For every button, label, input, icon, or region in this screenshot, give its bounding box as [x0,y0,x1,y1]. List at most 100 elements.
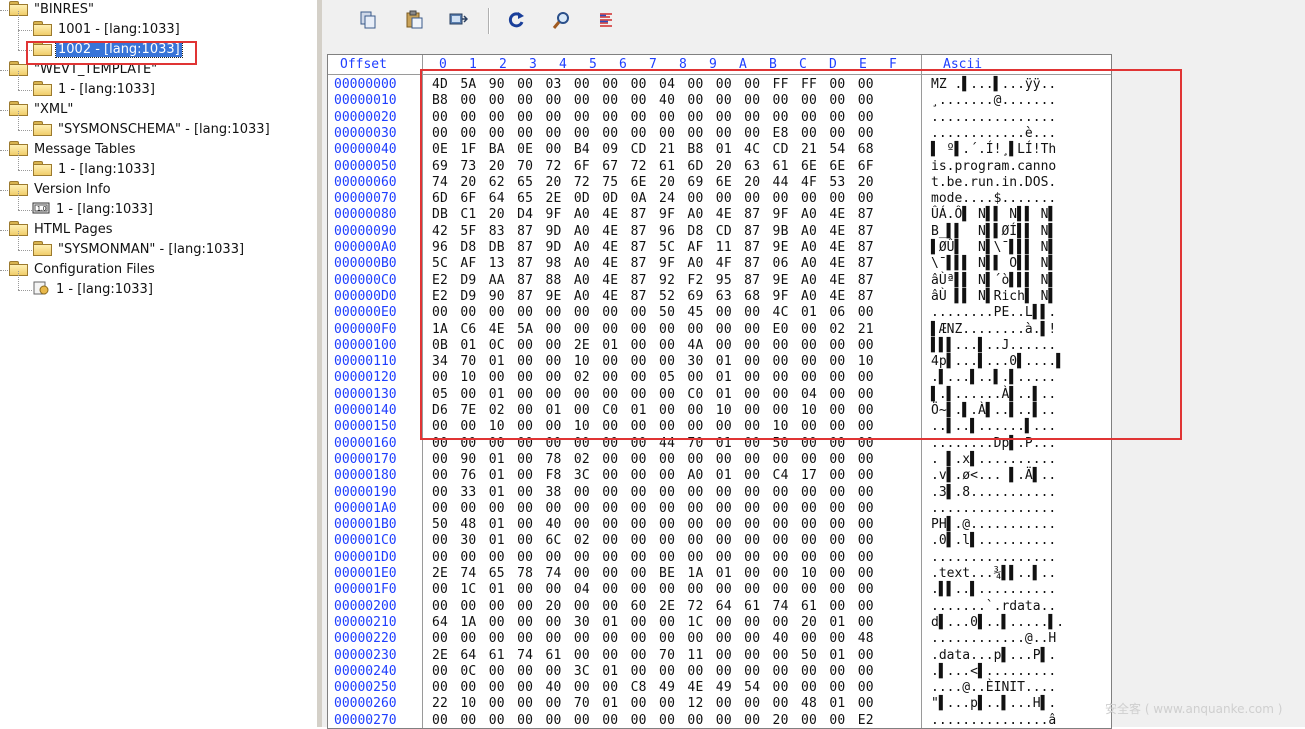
row-ascii[interactable]: .▌...<▌......... [931,664,1056,680]
row-bytes[interactable]: 00 00 00 00 00 00 00 00 00 00 00 00 00 0… [432,501,874,517]
tree-node-label: 1 - [lang:1033] [58,82,155,97]
tree-node-group[interactable]: Configuration Files [8,261,157,279]
row-offset: 00000210 [334,614,397,630]
row-bytes[interactable]: 2E 64 61 74 61 00 00 00 70 11 00 00 00 5… [432,648,874,664]
row-offset: 00000020 [334,109,397,125]
row-bytes[interactable]: 00 33 01 00 38 00 00 00 00 00 00 00 00 0… [432,485,874,501]
row-ascii[interactable]: d▌...0▌..▌.....▌. [931,615,1064,631]
row-bytes[interactable]: 2E 74 65 78 74 00 00 00 BE 1A 01 00 00 1… [432,566,874,582]
tree-node-resource[interactable]: "SYSMONSCHEMA" - [lang:1033] [32,121,272,139]
tree-node-group[interactable]: "BINRES" [8,1,96,19]
row-bytes[interactable]: 00 00 00 00 00 00 00 00 00 00 00 00 20 0… [432,713,874,728]
row-bytes[interactable]: 00 76 01 00 F8 3C 00 00 00 A0 01 00 C4 1… [432,468,874,484]
tree-node-resource[interactable]: "SYSMONMAN" - [lang:1033] [32,241,246,259]
tree-node-resource[interactable]: 1 - [lang:1033] [32,81,157,99]
resource-tree[interactable]: "BINRES" 1001 - [lang:1033] 1002 - [lang:1… [0,0,316,727]
paste-icon[interactable] [400,6,428,34]
row-ascii[interactable]: ....@..ÈINIT.... [931,680,1056,696]
row-ascii[interactable]: ................ [931,550,1056,566]
watermark: 安全客 ( www.anquanke.com ) [1105,702,1283,716]
row-bytes[interactable]: 00 90 01 00 78 02 00 00 00 00 00 00 00 0… [432,452,874,468]
row-offset: 00000230 [334,647,397,663]
row-offset: 00000070 [334,191,397,207]
copy-icon[interactable] [354,6,382,34]
text-view-icon[interactable] [592,6,620,34]
row-offset: 00000170 [334,451,397,467]
row-ascii[interactable]: .v▌.ø<... ▌.Ä▌.. [931,468,1056,484]
row-ascii[interactable]: PH▌.@........... [931,517,1056,533]
row-offset: 000000D0 [334,288,397,304]
folder-icon [32,121,52,136]
row-ascii[interactable]: ............@..H [931,631,1056,647]
row-offset: 00000050 [334,158,397,174]
tree-node-resource[interactable]: 1.0 1 - [lang:1033] [32,201,155,219]
row-bytes[interactable]: 00 00 00 00 00 00 00 00 00 00 00 00 00 0… [432,550,874,566]
row-bytes[interactable]: 22 10 00 00 00 70 01 00 00 12 00 00 00 4… [432,696,874,712]
tree-node-label: 1 - [lang:1033] [58,162,155,177]
row-offset: 00000130 [334,386,397,402]
row-ascii[interactable]: ...............â [931,713,1056,728]
row-offset: 00000240 [334,663,397,679]
tree-node-resource[interactable]: 1 - [lang:1033] [32,161,157,179]
row-ascii[interactable]: .▌▌..▌.......... [931,582,1056,598]
row-ascii[interactable]: .data...p▌...P▌. [931,648,1056,664]
tree-node-label: 1 - [lang:1033] [56,202,153,217]
tree-node-resource[interactable]: 1 - [lang:1033] [32,281,155,299]
svg-text:1.0: 1.0 [37,206,47,213]
row-offset: 00000260 [334,696,397,712]
row-bytes[interactable]: 00 00 00 00 00 00 00 00 00 00 00 00 40 0… [432,631,874,647]
row-bytes[interactable]: 00 30 01 00 6C 02 00 00 00 00 00 00 00 0… [432,533,874,549]
row-offset: 000001E0 [334,566,397,581]
row-ascii[interactable]: .......`.rdata.. [931,599,1056,615]
row-ascii[interactable]: .text...¾▌▌..▌.. [931,566,1056,582]
row-offset: 00000150 [334,419,397,435]
row-bytes[interactable]: 50 48 01 00 40 00 00 00 00 00 00 00 00 0… [432,517,874,533]
row-offset: 000001D0 [334,549,397,565]
row-offset: 000001B0 [334,517,397,533]
row-offset: 000001C0 [334,533,397,549]
row-ascii[interactable]: . ▌.x▌.......... [931,452,1056,468]
row-offset: 00000180 [334,468,397,484]
tree-node-label: "XML" [34,102,74,117]
row-offset: 000000A0 [334,240,397,255]
folder-icon [32,241,52,256]
row-offset: 000001A0 [334,500,397,516]
pe-header-highlight [420,69,1182,440]
row-ascii[interactable]: .0▌.l▌.......... [931,533,1056,549]
row-bytes[interactable]: 00 0C 00 00 00 3C 01 00 00 00 00 00 00 0… [432,664,874,680]
config-file-icon [32,281,50,295]
row-offset: 00000120 [334,370,397,386]
tree-node-resource[interactable]: 1001 - [lang:1033] [32,21,182,39]
row-offset: 00000140 [334,403,397,418]
row-offset: 00000250 [334,680,397,696]
tree-node-group[interactable]: HTML Pages [8,221,115,239]
row-offset: 00000090 [334,223,397,239]
tree-node-label: "BINRES" [34,2,94,17]
row-offset: 00000160 [334,435,397,451]
replace-icon[interactable] [444,6,472,34]
row-bytes[interactable]: 64 1A 00 00 00 30 01 00 00 1C 00 00 00 2… [432,615,874,631]
row-bytes[interactable]: 00 00 00 00 20 00 00 60 2E 72 64 61 74 6… [432,599,874,615]
tree-node-label: 1001 - [lang:1033] [58,22,180,37]
tree-node-group[interactable]: Message Tables [8,141,138,159]
row-offset: 00000190 [334,484,397,500]
tree-node-label: HTML Pages [34,222,113,237]
row-ascii[interactable]: ................ [931,501,1056,517]
tree-node-label: 1 - [lang:1033] [56,282,153,297]
row-offset: 00000060 [334,174,397,190]
row-offset: 000000C0 [334,272,397,288]
row-bytes[interactable]: 00 00 00 00 40 00 00 C8 49 4E 49 54 00 0… [432,680,874,696]
row-offset: 00000220 [334,631,397,647]
row-offset: 000000B0 [334,256,397,272]
tree-node-group[interactable]: Version Info [8,181,113,199]
find-icon[interactable] [548,6,576,34]
row-ascii[interactable]: .3▌.8........... [931,485,1056,501]
row-offset: 00000010 [334,93,397,109]
row-offset: 00000000 [334,77,397,92]
refresh-icon[interactable] [502,6,530,34]
folder-icon [32,81,52,96]
row-ascii[interactable]: "▌...p▌..▌...H▌. [931,696,1056,712]
row-bytes[interactable]: 00 1C 01 00 00 04 00 00 00 00 00 00 00 0… [432,582,874,598]
tree-node-label: Configuration Files [34,262,155,277]
row-offset: 00000080 [334,207,397,223]
